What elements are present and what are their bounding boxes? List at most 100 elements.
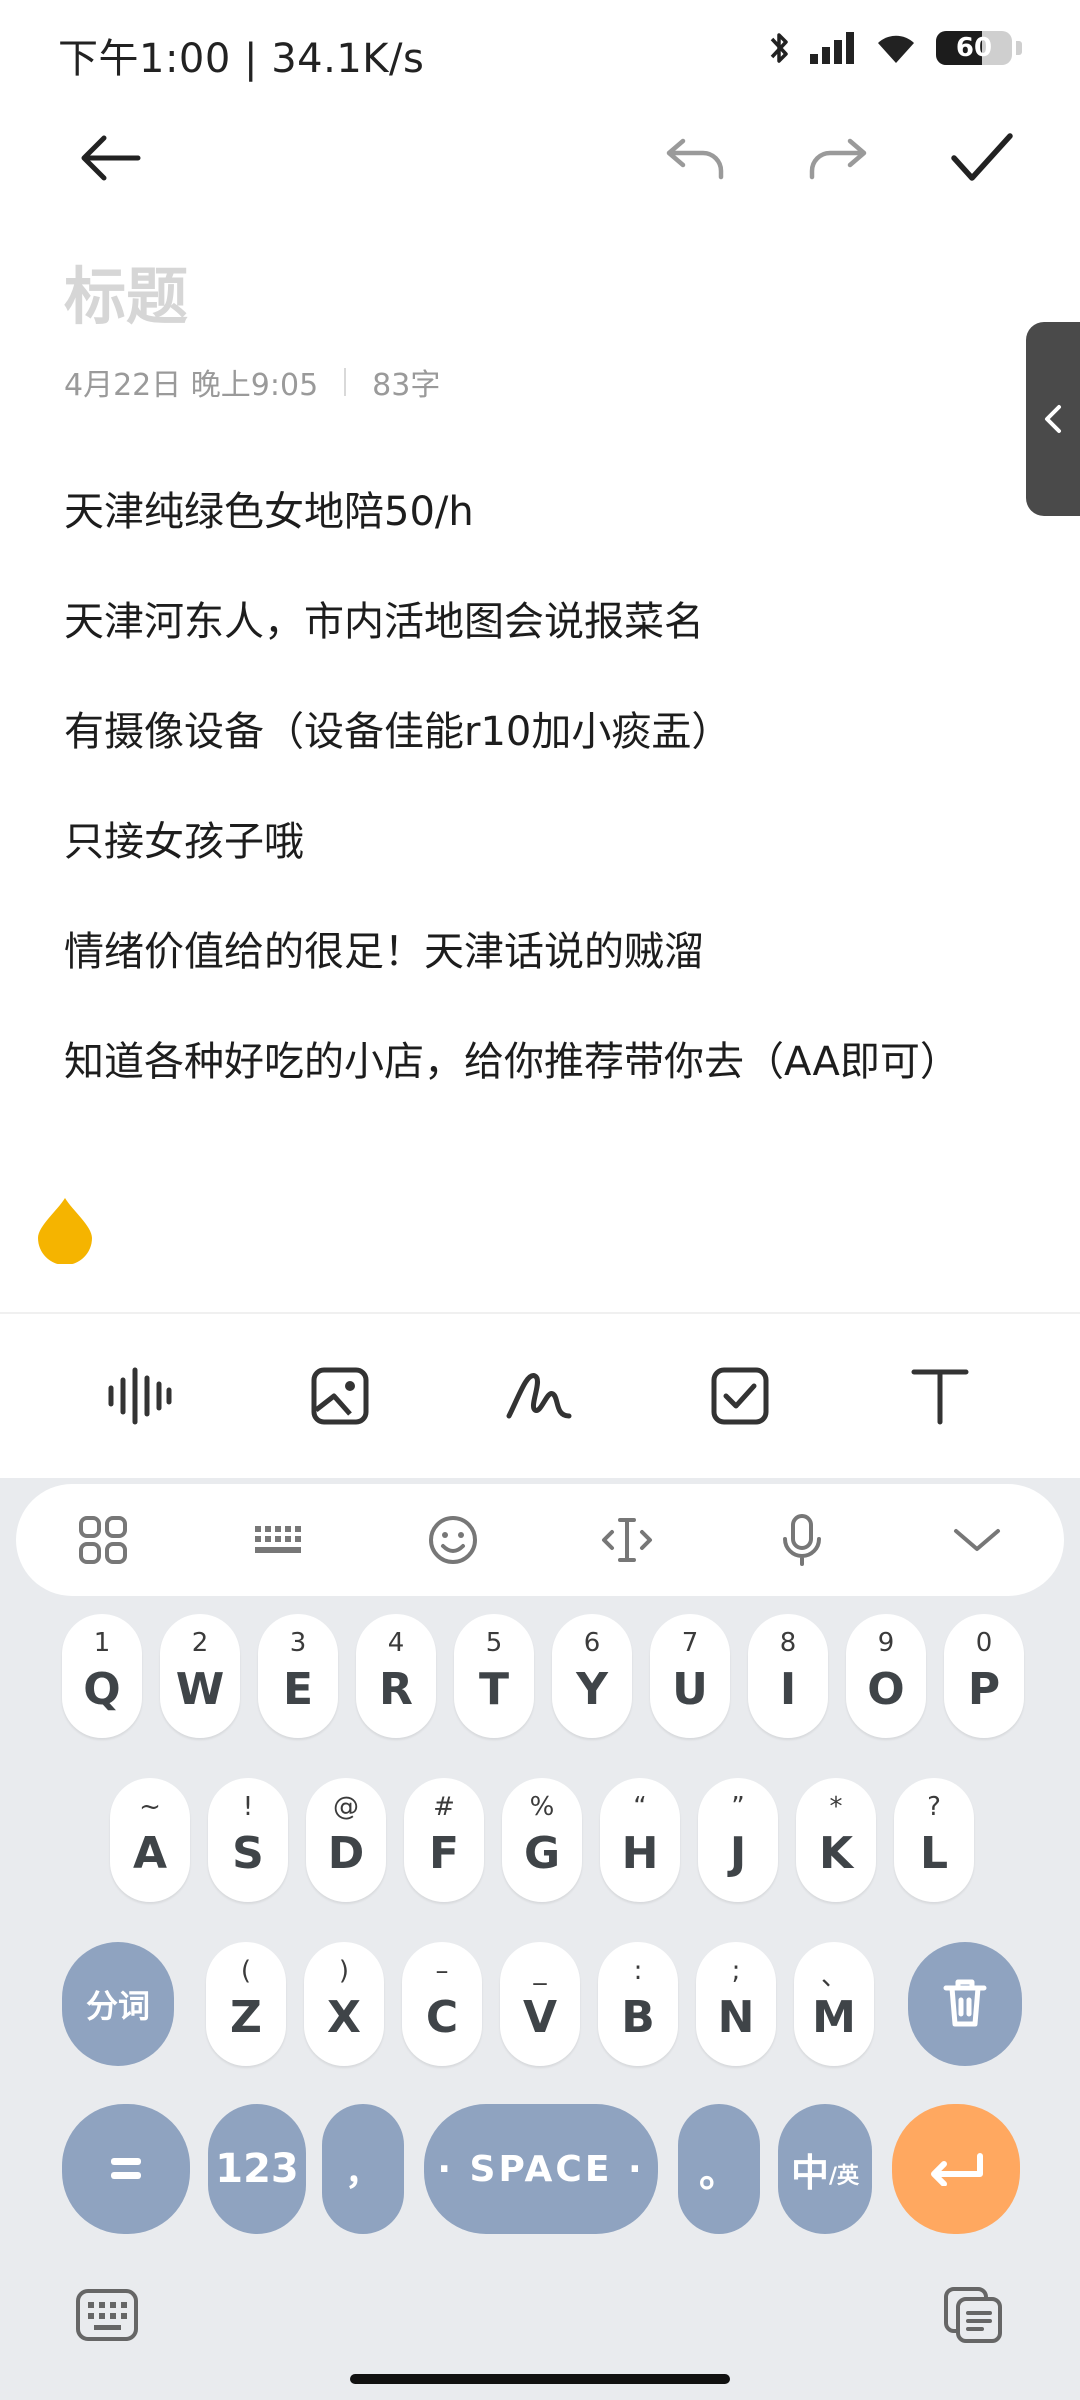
keyboard-toolbar: [16, 1484, 1064, 1596]
note-line: 天津河东人，市内活地图会说报菜名: [64, 599, 704, 645]
language-switch-key[interactable]: 中/英: [778, 2104, 872, 2234]
key-alt-label: (: [240, 1956, 252, 1986]
word-count: 83字: [372, 368, 441, 403]
status-time-speed: 下午1:00 | 34.1K/s: [58, 36, 425, 82]
back-arrow-icon[interactable]: [70, 118, 150, 198]
key-label: U: [672, 1664, 708, 1715]
key-n[interactable]: ; N: [696, 1942, 776, 2066]
number-key[interactable]: 123: [208, 2104, 306, 2234]
comma-key[interactable]: ，: [322, 2104, 404, 2234]
key-b[interactable]: :B: [598, 1942, 678, 2066]
symbol-key[interactable]: [62, 2104, 190, 2234]
key-d[interactable]: @ D: [306, 1778, 386, 1902]
note-line: 有摄像设备（设备佳能r10加小痰盂）: [64, 709, 732, 755]
cursor-drop-handle[interactable]: [36, 1196, 94, 1268]
key-label: P: [967, 1664, 1001, 1715]
key-j[interactable]: ” J: [698, 1778, 778, 1902]
note-line: 天津纯绿色女地陪50/h: [64, 489, 474, 535]
chevron-left-icon: [1045, 405, 1061, 433]
key-r[interactable]: 4R: [356, 1614, 436, 1738]
key-alt-label: 7: [681, 1628, 699, 1658]
key-label: A: [132, 1828, 168, 1879]
keyboard-switch-icon[interactable]: [72, 2280, 142, 2350]
key-g[interactable]: % G: [502, 1778, 582, 1902]
key-alt-label: 5: [485, 1628, 503, 1658]
key-t[interactable]: 5T: [454, 1614, 534, 1738]
emoji-icon[interactable]: [413, 1500, 493, 1580]
cursor-move-icon[interactable]: [587, 1500, 667, 1580]
title-input[interactable]: 标题: [64, 246, 188, 336]
key-v[interactable]: _ V: [500, 1942, 580, 2066]
key-k[interactable]: * K: [796, 1778, 876, 1902]
enter-icon: [931, 2153, 983, 2186]
toolbar-divider: [0, 1312, 1080, 1314]
clipboard-icon[interactable]: [938, 2280, 1008, 2350]
key-e[interactable]: 3E: [258, 1614, 338, 1738]
keyboard-layout-icon[interactable]: [238, 1500, 318, 1580]
key-y[interactable]: 6Y: [552, 1614, 632, 1738]
key-label: X: [327, 1992, 361, 2043]
side-panel-tab[interactable]: [1026, 322, 1080, 516]
key-alt-label: ;: [731, 1956, 741, 1986]
key-alt-label: !: [242, 1792, 254, 1822]
signal-icon: [810, 32, 854, 64]
key-label: H: [621, 1828, 659, 1879]
collapse-keyboard-icon[interactable]: [937, 1500, 1017, 1580]
key-label: J: [729, 1828, 747, 1879]
checkbox-icon[interactable]: [695, 1351, 785, 1441]
key-alt-label: 2: [191, 1628, 209, 1658]
delete-key[interactable]: [908, 1942, 1022, 2066]
note-line: 知道各种好吃的小店，给你推荐带你去（AA即可）: [64, 1039, 960, 1085]
undo-icon[interactable]: [655, 118, 735, 198]
grid-menu-icon[interactable]: [63, 1500, 143, 1580]
image-icon[interactable]: [295, 1351, 385, 1441]
note-date: 4月22日 晚上9:05: [64, 368, 319, 403]
space-key[interactable]: · SPACE ·: [424, 2104, 658, 2234]
key-h[interactable]: “H: [600, 1778, 680, 1902]
note-line: 只接女孩子哦: [64, 819, 304, 865]
key-u[interactable]: 7U: [650, 1614, 730, 1738]
key-a[interactable]: ~ A: [110, 1778, 190, 1902]
key-label: Q: [83, 1664, 121, 1715]
segment-key[interactable]: 分词: [62, 1942, 174, 2066]
battery-tip: [1016, 41, 1022, 55]
key-f[interactable]: # F: [404, 1778, 484, 1902]
checkmark-icon[interactable]: [942, 118, 1022, 198]
key-q[interactable]: 1Q: [62, 1614, 142, 1738]
microphone-icon[interactable]: [762, 1500, 842, 1580]
voice-wave-icon[interactable]: [95, 1351, 185, 1441]
key-s[interactable]: ! S: [208, 1778, 288, 1902]
key-alt-label: 3: [289, 1628, 307, 1658]
key-m[interactable]: 、 M: [794, 1942, 874, 2066]
key-z[interactable]: (Z: [206, 1942, 286, 2066]
key-label: T: [478, 1664, 509, 1715]
key-label: Y: [576, 1664, 608, 1715]
key-l[interactable]: ? L: [894, 1778, 974, 1902]
enter-key[interactable]: [892, 2104, 1020, 2234]
key-alt-label: :: [633, 1956, 643, 1986]
note-line: 情绪价值给的很足！天津话说的贼溜: [64, 929, 704, 975]
key-alt-label: 4: [387, 1628, 405, 1658]
key-i[interactable]: 8I: [748, 1614, 828, 1738]
text-format-icon[interactable]: [895, 1351, 985, 1441]
key-w[interactable]: 2W: [160, 1614, 240, 1738]
home-indicator[interactable]: [350, 2374, 730, 2384]
note-body[interactable]: 天津纯绿色女地陪50/h 天津河东人，市内活地图会说报菜名 有摄像设备（设备佳能…: [64, 480, 960, 1140]
key-alt-label: #: [433, 1792, 455, 1822]
key-p[interactable]: 0P: [944, 1614, 1024, 1738]
key-alt-label: ”: [731, 1792, 745, 1822]
redo-icon[interactable]: [798, 118, 878, 198]
battery-icon: 60: [936, 31, 1012, 65]
key-c[interactable]: – C: [402, 1942, 482, 2066]
key-alt-label: 0: [975, 1628, 993, 1658]
period-key[interactable]: 。: [678, 2104, 760, 2234]
key-label: R: [379, 1664, 413, 1715]
key-label: D: [327, 1828, 365, 1879]
key-alt-label: %: [529, 1792, 555, 1822]
key-alt-label: @: [333, 1792, 359, 1822]
key-label: B: [621, 1992, 655, 2043]
key-x[interactable]: ) X: [304, 1942, 384, 2066]
key-o[interactable]: 9O: [846, 1614, 926, 1738]
handwriting-icon[interactable]: [495, 1351, 585, 1441]
key-label: O: [867, 1664, 905, 1715]
